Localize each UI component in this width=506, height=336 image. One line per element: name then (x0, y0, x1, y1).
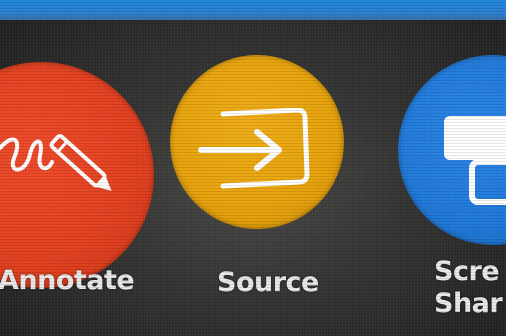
pen-scribble-icon (0, 118, 120, 208)
source-label: Source (217, 267, 319, 298)
screen-share-label: Scre Shar (434, 256, 503, 320)
screen-share-icon (442, 112, 506, 212)
display-screen: Annotate Source Scre Shar (0, 0, 506, 336)
screen-share-label-line2: Shar (434, 288, 503, 319)
annotate-label: Annotate (0, 265, 135, 296)
input-source-icon (195, 108, 323, 192)
top-bar (0, 0, 506, 20)
screen-share-label-line1: Scre (434, 256, 500, 287)
